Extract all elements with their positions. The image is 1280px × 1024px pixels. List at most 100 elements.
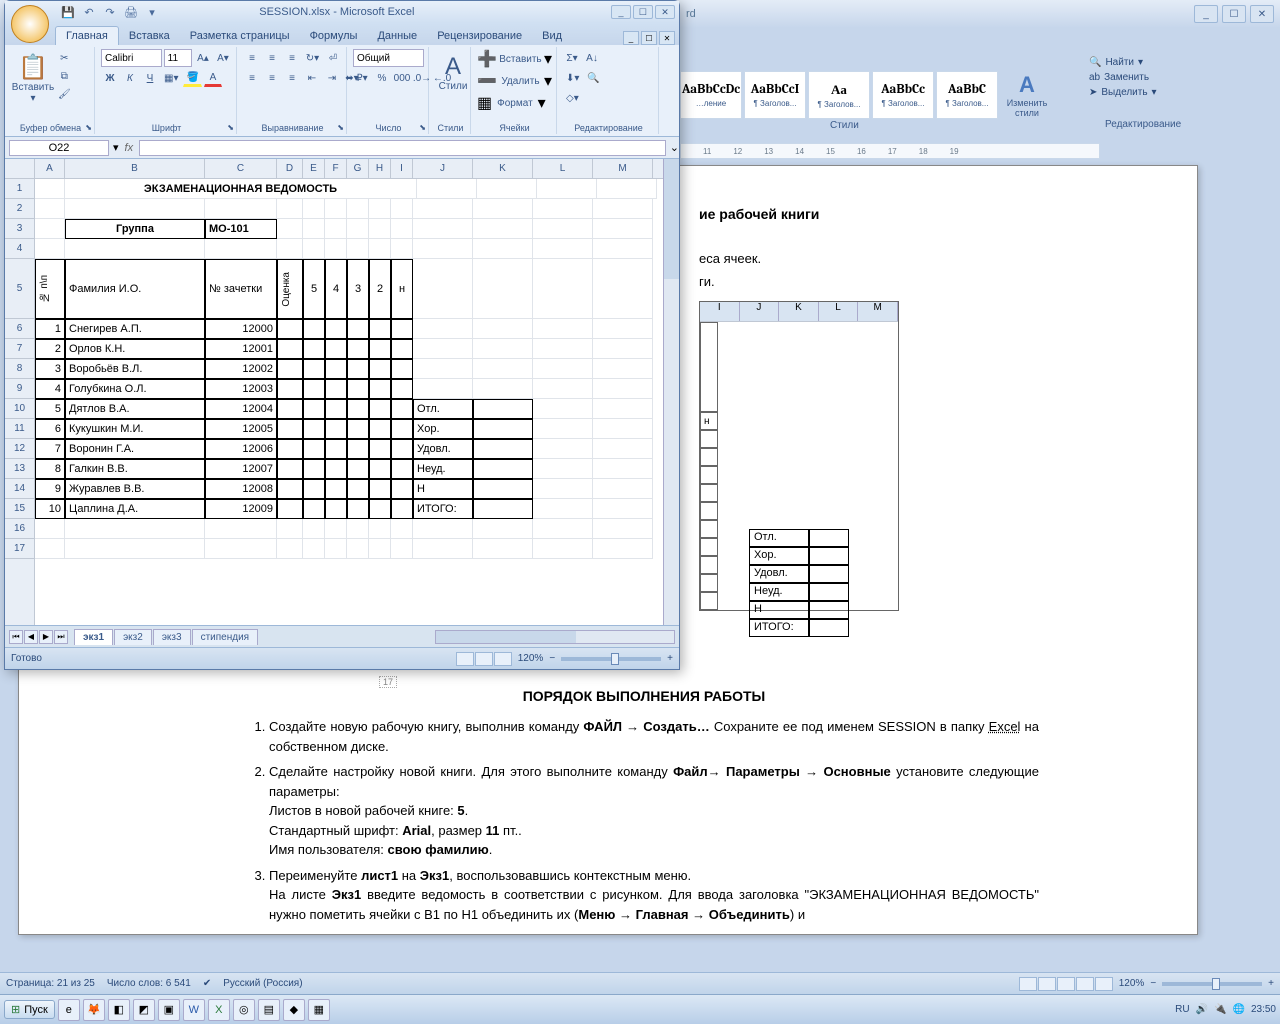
cell[interactable] bbox=[417, 179, 477, 199]
format-cells-button[interactable]: Формат bbox=[494, 94, 536, 112]
cell[interactable] bbox=[533, 399, 593, 419]
cell[interactable]: 4 bbox=[325, 259, 347, 319]
increase-indent-button[interactable]: ⇥ bbox=[323, 69, 341, 87]
prev-sheet-button[interactable]: ◀ bbox=[24, 630, 38, 644]
app-icon[interactable]: ◆ bbox=[283, 999, 305, 1021]
cell[interactable] bbox=[593, 339, 653, 359]
cell[interactable] bbox=[369, 519, 391, 539]
cell[interactable] bbox=[347, 419, 369, 439]
print-icon[interactable]: 🖨 bbox=[122, 4, 140, 20]
cell[interactable]: Неуд. bbox=[413, 459, 473, 479]
excel-zoom-slider[interactable] bbox=[561, 657, 661, 661]
cell[interactable] bbox=[277, 539, 303, 559]
tray-icon[interactable]: 🌐 bbox=[1233, 1004, 1245, 1015]
cell[interactable] bbox=[277, 239, 303, 259]
cell[interactable]: № п\п bbox=[35, 259, 65, 319]
cell[interactable] bbox=[303, 359, 325, 379]
align-left-button[interactable]: ≡ bbox=[243, 69, 261, 87]
cell[interactable] bbox=[369, 479, 391, 499]
cell[interactable] bbox=[413, 259, 473, 319]
autosum-button[interactable]: Σ▾ bbox=[563, 49, 581, 67]
cell[interactable] bbox=[473, 199, 533, 219]
align-right-button[interactable]: ≡ bbox=[283, 69, 301, 87]
language-indicator[interactable]: RU bbox=[1175, 1004, 1189, 1015]
cell[interactable] bbox=[277, 439, 303, 459]
excel-zoom-in-button[interactable]: + bbox=[667, 653, 673, 664]
cell[interactable]: 8 bbox=[35, 459, 65, 479]
cell[interactable] bbox=[391, 539, 413, 559]
cell[interactable] bbox=[277, 379, 303, 399]
mdi-close-button[interactable]: ✕ bbox=[659, 31, 675, 45]
select-all-corner[interactable] bbox=[5, 159, 35, 179]
cell[interactable] bbox=[347, 339, 369, 359]
cell[interactable] bbox=[277, 319, 303, 339]
cell[interactable] bbox=[303, 339, 325, 359]
cell[interactable]: ЭКЗАМЕНАЦИОННАЯ ВЕДОМОСТЬ bbox=[65, 179, 417, 199]
cell[interactable] bbox=[533, 419, 593, 439]
cell[interactable] bbox=[391, 499, 413, 519]
paste-button[interactable]: 📋Вставить ▾ bbox=[11, 49, 55, 107]
app-icon[interactable]: ◩ bbox=[133, 999, 155, 1021]
comma-button[interactable]: 000 bbox=[393, 69, 411, 87]
cell[interactable]: № зачетки bbox=[205, 259, 277, 319]
cell[interactable] bbox=[473, 439, 533, 459]
excel-zoom-out-button[interactable]: − bbox=[549, 653, 555, 664]
cell[interactable]: 2 bbox=[35, 339, 65, 359]
cell[interactable]: 12002 bbox=[205, 359, 277, 379]
cell[interactable] bbox=[303, 419, 325, 439]
redo-icon[interactable]: ↷ bbox=[101, 4, 119, 20]
excel-minimize-button[interactable]: _ bbox=[611, 5, 631, 19]
cell[interactable] bbox=[533, 199, 593, 219]
cell[interactable] bbox=[205, 519, 277, 539]
cell[interactable] bbox=[369, 539, 391, 559]
cell[interactable] bbox=[473, 319, 533, 339]
cell[interactable]: Воронин Г.А. bbox=[65, 439, 205, 459]
cell[interactable] bbox=[391, 439, 413, 459]
document-body[interactable]: ПОРЯДОК ВЫПОЛНЕНИЯ РАБОТЫ Создайте новую… bbox=[249, 686, 1039, 930]
italic-button[interactable]: К bbox=[121, 69, 139, 87]
cell[interactable] bbox=[65, 239, 205, 259]
tab-view[interactable]: Вид bbox=[532, 27, 572, 45]
cell[interactable]: 5 bbox=[303, 259, 325, 319]
cell[interactable] bbox=[325, 379, 347, 399]
cell[interactable] bbox=[325, 539, 347, 559]
cell[interactable] bbox=[473, 419, 533, 439]
cell[interactable]: Хор. bbox=[413, 419, 473, 439]
word-close-button[interactable]: ✕ bbox=[1250, 5, 1274, 23]
cell[interactable] bbox=[369, 339, 391, 359]
mdi-restore-button[interactable]: ☐ bbox=[641, 31, 657, 45]
clock[interactable]: 23:50 bbox=[1251, 1004, 1276, 1015]
grid[interactable]: ЭКЗАМЕНАЦИОННАЯ ВЕДОМОСТЬГруппаМО-101№ п… bbox=[35, 179, 663, 625]
cell[interactable] bbox=[347, 239, 369, 259]
cell[interactable] bbox=[533, 359, 593, 379]
cell[interactable]: 7 bbox=[35, 439, 65, 459]
grow-font-button[interactable]: A▴ bbox=[194, 49, 212, 67]
cell[interactable] bbox=[35, 199, 65, 219]
delete-cells-button[interactable]: Удалить bbox=[499, 72, 542, 90]
cell[interactable] bbox=[533, 259, 593, 319]
cell[interactable]: Журавлев В.В. bbox=[65, 479, 205, 499]
cell[interactable] bbox=[35, 539, 65, 559]
start-button[interactable]: ⊞Пуск bbox=[4, 1000, 55, 1019]
cell[interactable] bbox=[325, 359, 347, 379]
cell[interactable] bbox=[477, 179, 537, 199]
excel-close-button[interactable]: ✕ bbox=[655, 5, 675, 19]
cell[interactable] bbox=[303, 519, 325, 539]
cell[interactable] bbox=[413, 239, 473, 259]
cell[interactable] bbox=[593, 399, 653, 419]
cell[interactable]: Голубкина О.Л. bbox=[65, 379, 205, 399]
cell[interactable]: н bbox=[391, 259, 413, 319]
cell[interactable] bbox=[369, 319, 391, 339]
cell[interactable] bbox=[303, 459, 325, 479]
sort-filter-button[interactable]: A↓ bbox=[583, 49, 601, 67]
app-icon[interactable]: ▦ bbox=[308, 999, 330, 1021]
ie-icon[interactable]: e bbox=[58, 999, 80, 1021]
cell[interactable] bbox=[593, 379, 653, 399]
border-button[interactable]: ▦▾ bbox=[161, 69, 181, 87]
cell[interactable]: Группа bbox=[65, 219, 205, 239]
cell[interactable] bbox=[303, 379, 325, 399]
cell[interactable] bbox=[325, 519, 347, 539]
expand-formula-bar-icon[interactable]: ⌄ bbox=[670, 141, 679, 154]
cell[interactable]: Снегирев А.П. bbox=[65, 319, 205, 339]
cell[interactable] bbox=[391, 459, 413, 479]
